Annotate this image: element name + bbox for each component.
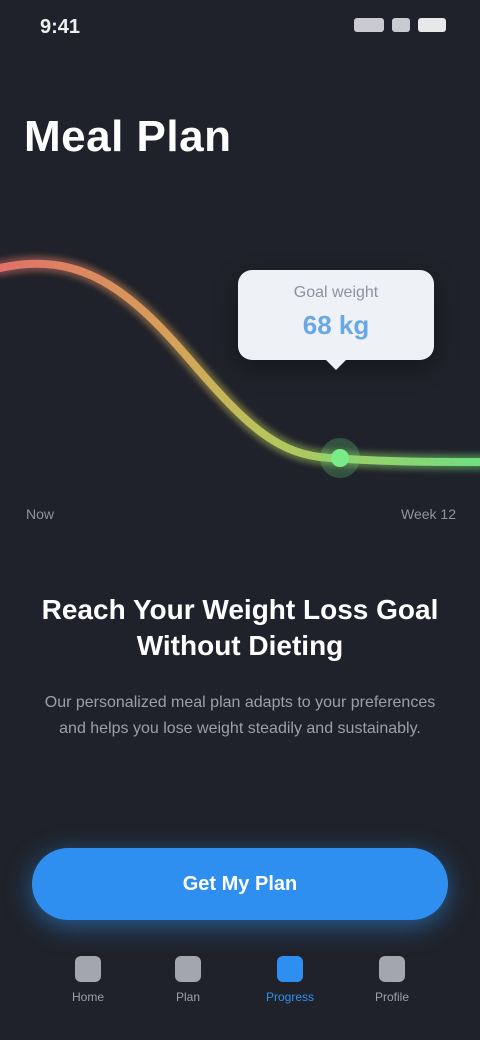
chart-end-label: Week 12: [401, 506, 456, 522]
status-time: 9:41: [40, 16, 81, 38]
signal-icon: [354, 18, 384, 32]
tab-label: Progress: [265, 990, 315, 1004]
tab-plan[interactable]: Plan: [148, 956, 228, 1026]
goal-point-halo: [320, 438, 360, 478]
body-text: Our personalized meal plan adapts to you…: [44, 694, 436, 737]
tab-bar: Home Plan Progress Profile: [0, 944, 480, 1040]
tooltip-label: Goal weight: [293, 284, 379, 301]
chart-start-label: Now: [26, 506, 55, 522]
tab-label: Profile: [374, 990, 409, 1004]
home-icon: [75, 956, 101, 982]
tooltip-value: 68 kg: [302, 310, 370, 340]
page-title: Meal Plan: [24, 112, 232, 161]
wifi-icon: [392, 18, 410, 32]
goal-tooltip: Goal weight 68 kg: [238, 270, 434, 370]
tab-profile[interactable]: Profile: [352, 956, 432, 1026]
status-icons: [354, 18, 446, 32]
tab-label: Plan: [175, 990, 201, 1004]
tooltip-pointer: [326, 360, 346, 370]
list-icon: [175, 956, 201, 982]
headline: Reach Your Weight Loss Goal Without Diet…: [41, 594, 439, 661]
tab-home[interactable]: Home: [48, 956, 128, 1026]
battery-icon: [418, 18, 446, 32]
user-icon: [379, 956, 405, 982]
chart-icon: [277, 956, 303, 982]
tab-progress[interactable]: Progress: [250, 956, 330, 1026]
get-plan-button[interactable]: Get My Plan: [32, 848, 448, 920]
status-bar: 9:41: [0, 0, 480, 60]
tab-label: Home: [71, 990, 104, 1004]
